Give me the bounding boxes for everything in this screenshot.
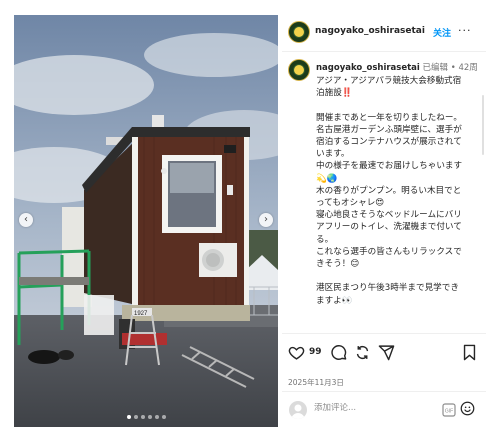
- header-username[interactable]: nagoyako_oshirasetai: [315, 26, 425, 36]
- chevron-left-icon: ‹: [24, 214, 28, 225]
- bookmark-icon[interactable]: [462, 344, 477, 365]
- caption-text: アジア・アジアパラ競技大会移動式宿泊施設‼️ 開催まであと一年を切りましたねー。…: [316, 76, 463, 306]
- carousel-dot: [126, 415, 131, 419]
- comment-icon[interactable]: [330, 344, 347, 365]
- post-header: nagoyako_oshirasetai 关注 ···: [282, 15, 486, 52]
- edited-label: 已编辑: [422, 63, 449, 73]
- share-icon[interactable]: [378, 344, 395, 365]
- container-number-label: 1927: [134, 311, 148, 317]
- next-image-button[interactable]: ›: [259, 213, 273, 227]
- gif-icon[interactable]: GIF: [442, 402, 456, 421]
- caption-avatar[interactable]: [288, 59, 310, 81]
- post-age: 42周: [458, 63, 478, 73]
- like-count[interactable]: 99: [309, 347, 322, 357]
- carousel-dot: [147, 415, 152, 419]
- more-options-button[interactable]: ···: [458, 24, 472, 37]
- post-side-panel: nagoyako_oshirasetai 关注 ··· nagoyako_osh…: [282, 15, 486, 427]
- emoji-icon[interactable]: [460, 401, 475, 420]
- comment-bar: GIF: [282, 391, 486, 428]
- post-media[interactable]: 1927 ‹ ›: [14, 15, 278, 427]
- avatar[interactable]: [288, 21, 310, 43]
- caption-meta: nagoyako_oshirasetai 已编辑 • 42周: [316, 61, 478, 73]
- comment-input[interactable]: [314, 403, 434, 413]
- carousel-dot: [140, 415, 145, 419]
- carousel-dot: [154, 415, 159, 419]
- container-house-photo: 1927: [14, 15, 278, 427]
- separator: •: [450, 63, 456, 73]
- caption-section: nagoyako_oshirasetai 已编辑 • 42周 アジア・アジアパラ…: [282, 55, 486, 333]
- repost-icon[interactable]: [354, 344, 371, 365]
- heart-icon[interactable]: [288, 344, 305, 365]
- action-bar: 99: [282, 333, 486, 374]
- post-dialog: 1927 ‹ › nagoyako_oshirasetai 关注 ··· nag…: [0, 0, 500, 440]
- follow-button[interactable]: 关注: [433, 26, 451, 39]
- scrollbar[interactable]: [482, 95, 484, 155]
- carousel-dot: [133, 415, 138, 419]
- chevron-right-icon: ›: [264, 214, 268, 225]
- svg-text:GIF: GIF: [445, 409, 453, 415]
- caption-username[interactable]: nagoyako_oshirasetai: [316, 63, 420, 73]
- prev-image-button[interactable]: ‹: [19, 213, 33, 227]
- current-user-avatar: [289, 401, 307, 419]
- post-date: 2025年11月3日: [288, 378, 344, 387]
- carousel-indicator: [14, 415, 278, 419]
- carousel-dot: [161, 415, 166, 419]
